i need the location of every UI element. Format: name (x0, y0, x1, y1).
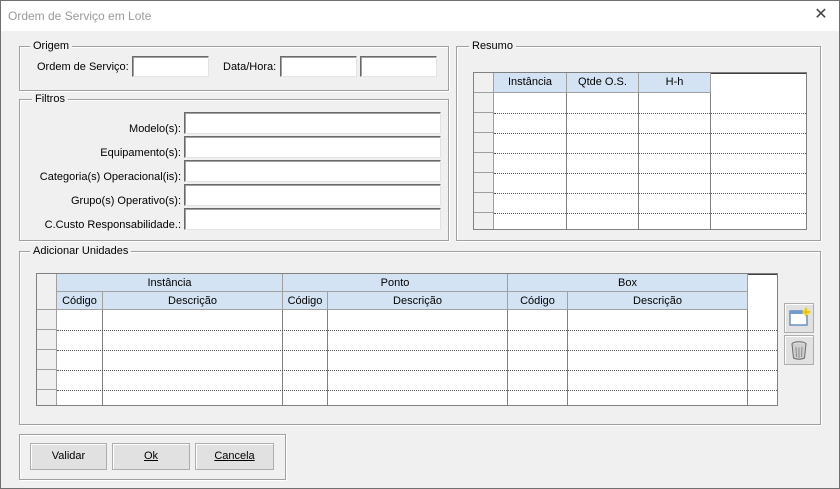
unidades-grid[interactable]: Instância Ponto Box Código Descrição Cód… (36, 273, 778, 406)
title-bar: Ordem de Serviço em Lote ✕ (1, 1, 839, 31)
modelo-input[interactable] (184, 112, 441, 134)
grid-line (494, 173, 806, 174)
resumo-col-qtde[interactable]: Qtde O.S. (567, 73, 639, 93)
grid-line (282, 310, 283, 405)
grid-line (567, 310, 568, 405)
window-title: Ordem de Serviço em Lote (8, 9, 152, 23)
grupo-input[interactable] (184, 184, 441, 206)
ccusto-label: C.Custo Responsabilidade.: (44, 219, 181, 231)
close-icon[interactable]: ✕ (813, 7, 829, 23)
ordem-servico-input[interactable] (132, 56, 209, 77)
unidades-row-indicator[interactable] (37, 370, 57, 390)
ponto-codigo-header[interactable]: Código (283, 292, 328, 310)
grid-line (494, 113, 806, 114)
resumo-row-indicator[interactable] (474, 113, 494, 133)
box-codigo-header[interactable]: Código (508, 292, 568, 310)
origem-legend: Origem (30, 40, 73, 52)
filtros-legend: Filtros (32, 93, 68, 105)
unidades-row-indicator[interactable] (37, 350, 57, 370)
unidades-row-indicator[interactable] (37, 310, 57, 330)
adicionar-unidades-legend: Adicionar Unidades (30, 245, 132, 257)
validar-label: Validar (51, 450, 86, 462)
resumo-row-indicator[interactable] (474, 213, 494, 229)
resumo-col-instancia[interactable]: Instância (494, 73, 567, 93)
new-row-icon (789, 307, 811, 326)
grid-line (494, 213, 806, 214)
unidades-group-instancia: Instância (57, 274, 283, 292)
unidades-row-indicator[interactable] (37, 330, 57, 350)
modelo-label: Modelo(s): (129, 123, 181, 135)
equipamento-label: Equipamento(s): (100, 147, 181, 159)
categoria-label: Categoria(s) Operacional(is): (39, 171, 181, 183)
unidades-group-box: Box (508, 274, 748, 292)
resumo-corner (474, 73, 494, 93)
unidades-corner (37, 274, 57, 310)
ok-button[interactable]: Ok (112, 443, 190, 470)
cancela-label: Cancela (214, 450, 255, 462)
ok-label: Ok (143, 450, 159, 462)
ponto-descricao-header[interactable]: Descrição (328, 292, 508, 310)
grupo-label: Grupo(s) Operativo(s): (70, 195, 181, 207)
instancia-codigo-header[interactable]: Código (57, 292, 103, 310)
grid-line (57, 350, 777, 351)
grid-line (494, 153, 806, 154)
trash-icon (791, 341, 807, 360)
unidades-group-ponto: Ponto (283, 274, 508, 292)
delete-row-button[interactable] (784, 335, 814, 365)
dialog-client: Origem Ordem de Serviço: Data/Hora: Filt… (1, 31, 839, 488)
resumo-row-indicator[interactable] (474, 93, 494, 113)
instancia-descricao-header[interactable]: Descrição (103, 292, 283, 310)
grid-line (102, 310, 103, 405)
resumo-grid[interactable]: Instância Qtde O.S. H-h (473, 72, 807, 230)
categoria-input[interactable] (184, 160, 441, 182)
ccusto-input[interactable] (184, 208, 441, 230)
grid-line (507, 310, 508, 405)
grid-line (494, 133, 806, 134)
validar-button[interactable]: Validar (30, 443, 107, 470)
unidades-row-indicator[interactable] (37, 390, 57, 405)
cancela-button[interactable]: Cancela (195, 443, 274, 470)
resumo-row-indicator[interactable] (474, 193, 494, 213)
datahora-label: Data/Hora: (223, 61, 277, 73)
grid-line (57, 330, 777, 331)
equipamento-input[interactable] (184, 136, 441, 158)
resumo-row-indicator[interactable] (474, 173, 494, 193)
box-descricao-header[interactable]: Descrição (568, 292, 748, 310)
grid-line (57, 370, 777, 371)
resumo-col-hh[interactable]: H-h (639, 73, 711, 93)
resumo-row-indicator[interactable] (474, 133, 494, 153)
grid-line (327, 310, 328, 405)
grid-line (747, 310, 748, 405)
hora-input[interactable] (360, 56, 437, 77)
dialog-window: Ordem de Serviço em Lote ✕ Origem Ordem … (0, 0, 840, 489)
resumo-legend: Resumo (469, 40, 516, 52)
data-input[interactable] (280, 56, 357, 77)
grid-line (57, 390, 777, 391)
add-row-button[interactable] (784, 303, 814, 333)
ordem-servico-label: Ordem de Serviço: (37, 61, 129, 73)
resumo-row-indicator[interactable] (474, 153, 494, 173)
grid-line (494, 193, 806, 194)
